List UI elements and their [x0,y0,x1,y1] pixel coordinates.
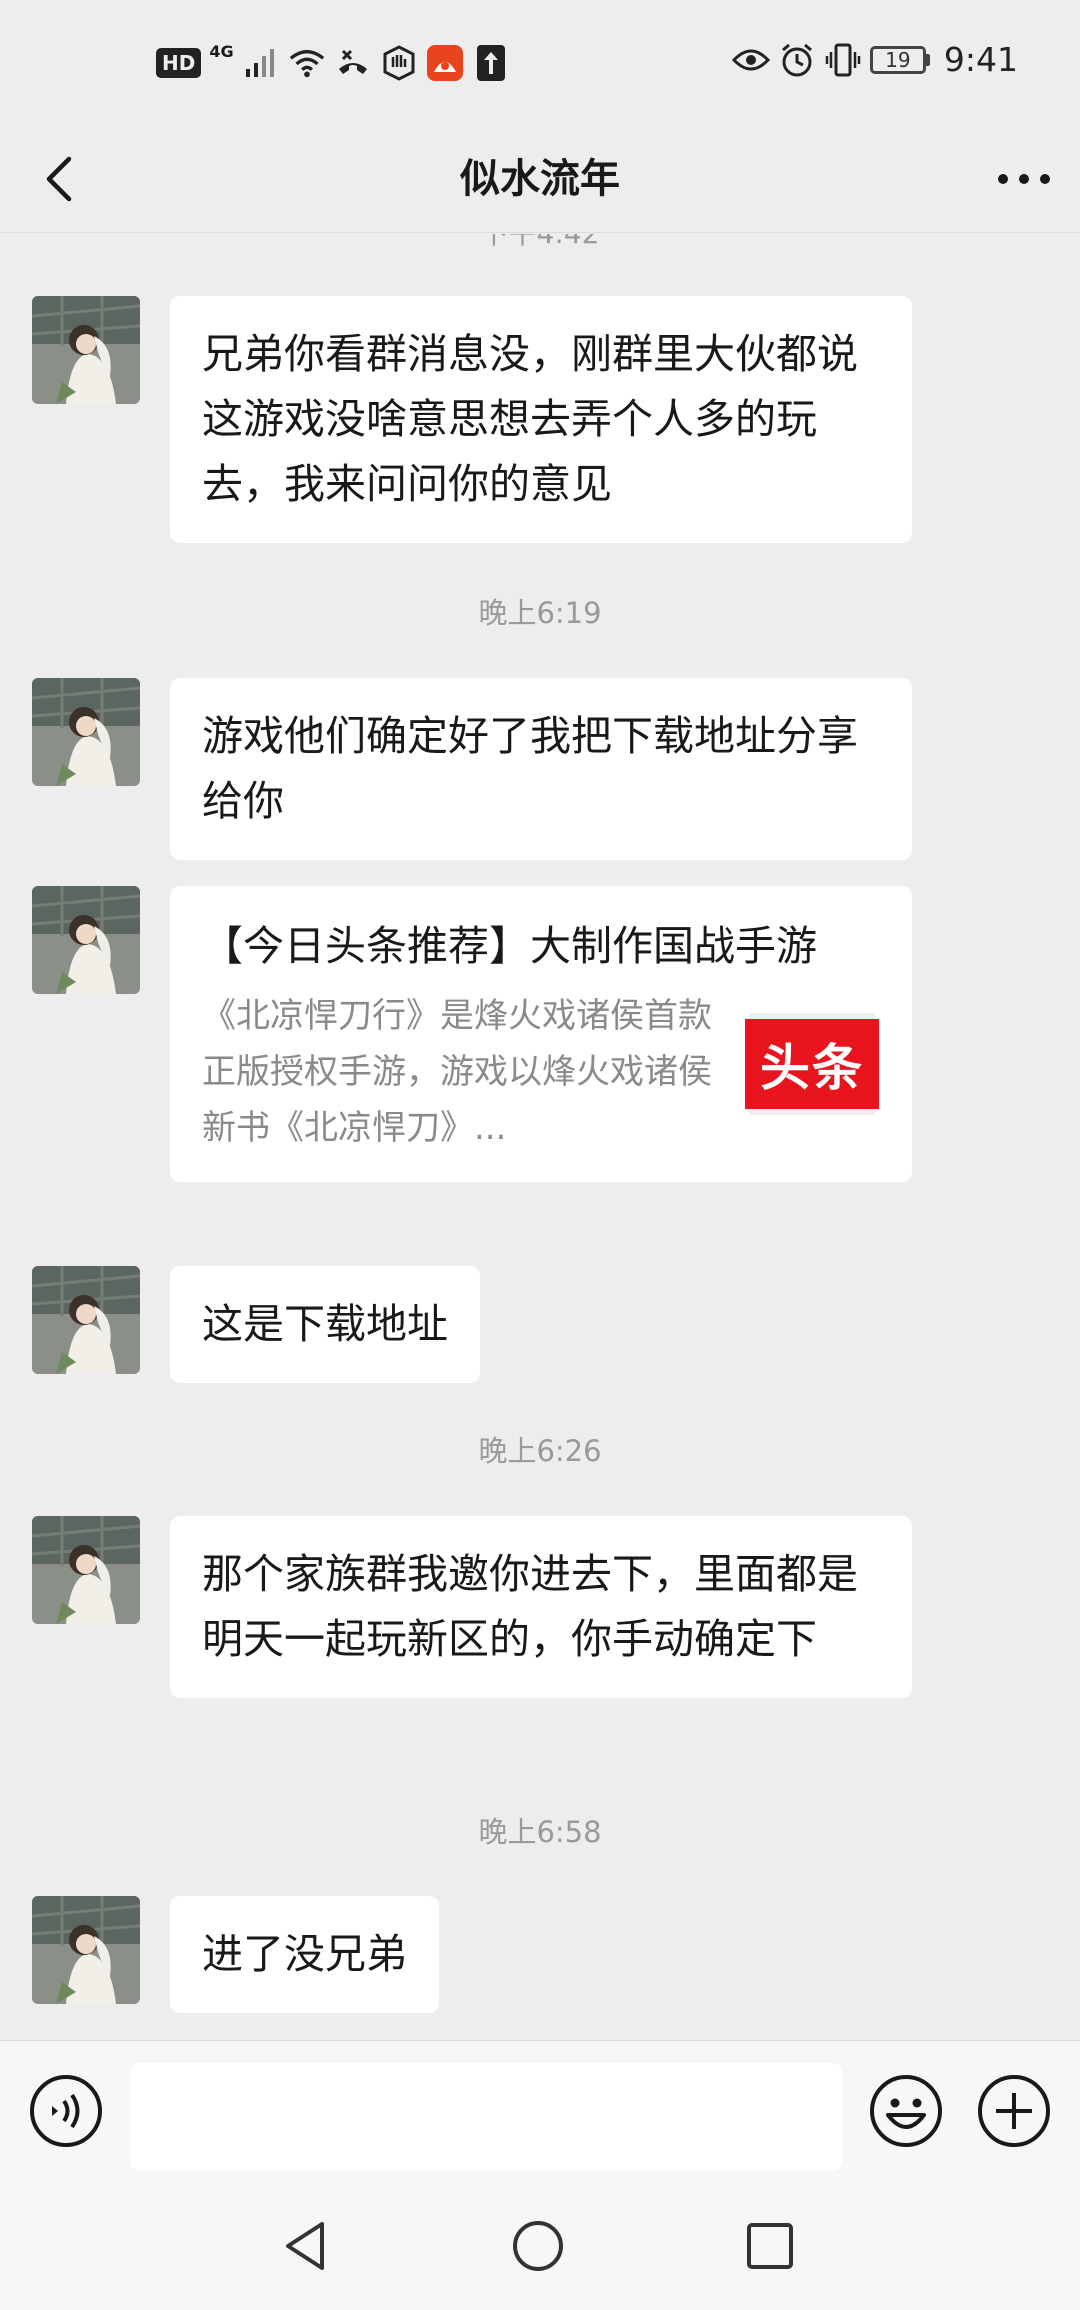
chevron-left-icon [46,156,72,202]
timestamp: 晚上6:19 [478,596,602,630]
avatar[interactable] [32,296,140,404]
link-card-body: 《北凉悍刀行》是烽火戏诸侯首款正版授权手游，游戏以烽火戏诸侯新书《北凉悍刀》..… [202,988,880,1156]
link-card-thumbnail: 头条 [744,996,880,1132]
system-navigation-bar [0,2180,1080,2310]
status-left-icons: HD 4G [156,42,510,82]
emoji-button[interactable] [868,2073,944,2149]
message-row: 兄弟你看群消息没，刚群里大伙都说这游戏没啥意思想去弄个人多的玩去，我来问问你的意… [32,296,912,543]
system-home-button[interactable] [508,2216,568,2276]
message-row: 游戏他们确定好了我把下载地址分享给你 [32,678,912,860]
toutiao-logo: 头条 [745,1019,879,1109]
missed-call-icon [334,44,372,82]
input-bar [0,2040,1080,2180]
message-bubble[interactable]: 这是下载地址 [170,1266,480,1383]
more-icon [998,174,1050,184]
alarm-icon [778,41,816,79]
plus-icon [978,2075,1050,2147]
system-back-button[interactable] [278,2216,338,2276]
status-time: 9:41 [943,40,1018,79]
network-type-label: 4G [209,42,234,61]
wifi-icon [288,44,326,82]
timestamp: 晚上6:58 [478,1815,602,1849]
avatar[interactable] [32,1896,140,2004]
chat-header: 似水流年 [0,125,1080,233]
message-bubble[interactable]: 游戏他们确定好了我把下载地址分享给你 [170,678,912,860]
emoji-icon [870,2075,942,2147]
back-triangle-icon [286,2222,324,2270]
message-row: 进了没兄弟 [32,1896,439,2013]
more-button[interactable] [994,151,1054,207]
message-row: 【今日头条推荐】大制作国战手游 《北凉悍刀行》是烽火戏诸侯首款正版授权手游，游戏… [32,886,912,1182]
avatar[interactable] [32,886,140,994]
timestamp-cut: 下午4:42 [0,234,1080,252]
hd-icon: HD [156,48,202,78]
status-right-icons: 19 9:41 [731,40,1018,79]
recent-square-icon [747,2223,793,2269]
status-bar: HD 4G 19 9:41 [0,0,1080,125]
avatar[interactable] [32,1516,140,1624]
back-button[interactable] [30,151,86,207]
link-card[interactable]: 【今日头条推荐】大制作国战手游 《北凉悍刀行》是烽火戏诸侯首款正版授权手游，游戏… [170,886,912,1182]
voice-icon [30,2075,102,2147]
eye-icon [731,41,770,79]
message-bubble[interactable]: 进了没兄弟 [170,1896,439,2013]
avatar[interactable] [32,678,140,786]
message-bubble[interactable]: 兄弟你看群消息没，刚群里大伙都说这游戏没啥意思想去弄个人多的玩去，我来问问你的意… [170,296,912,543]
chat-message-list[interactable]: 下午4:42 兄弟你看群消息没，刚群里大伙都说这游戏没啥意思想去弄个人多的玩去，… [0,234,1080,2040]
signal-icon [242,44,280,82]
voice-button[interactable] [28,2073,104,2149]
chat-title: 似水流年 [460,156,620,202]
upload-icon [472,44,510,82]
message-input[interactable] [130,2063,842,2171]
message-row: 那个家族群我邀你进去下，里面都是明天一起玩新区的，你手动确定下 [32,1516,912,1698]
message-row: 这是下载地址 [32,1266,480,1383]
more-actions-button[interactable] [976,2073,1052,2149]
timestamp: 晚上6:26 [478,1434,602,1468]
avatar[interactable] [32,1266,140,1374]
message-bubble[interactable]: 那个家族群我邀你进去下，里面都是明天一起玩新区的，你手动确定下 [170,1516,912,1698]
link-card-description: 《北凉悍刀行》是烽火戏诸侯首款正版授权手游，游戏以烽火戏诸侯新书《北凉悍刀》..… [202,996,712,1148]
home-circle-icon [513,2221,563,2271]
hand-icon [380,44,418,82]
vibrate-icon [824,41,862,79]
app-icon [426,44,464,82]
battery-icon: 19 [869,45,930,74]
battery-level-text: 19 [885,47,911,72]
link-card-title: 【今日头条推荐】大制作国战手游 [202,922,817,970]
system-recents-button[interactable] [740,2216,800,2276]
